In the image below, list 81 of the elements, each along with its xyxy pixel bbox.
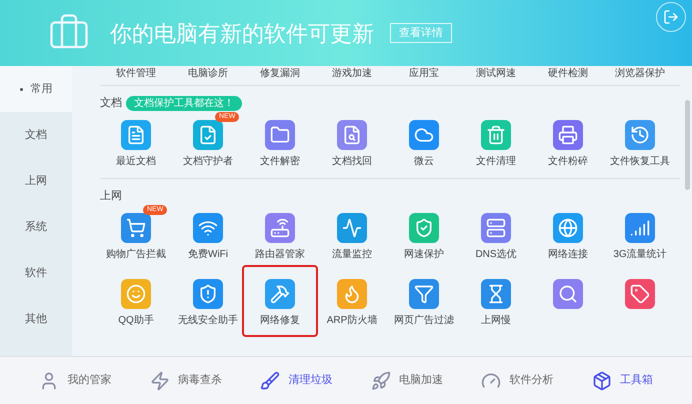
tool-label[interactable]: ARP防火墙 (326, 315, 378, 327)
nav-label: 电脑加速 (398, 372, 443, 388)
nav-tab[interactable]: 工具箱 (592, 370, 653, 390)
tool-label[interactable]: 测试网速 (460, 66, 532, 81)
sidebar-label: 软件 (25, 266, 47, 281)
tool-label[interactable]: 购物广告拦截 (106, 249, 166, 261)
nav-label: 软件分析 (509, 373, 554, 388)
server-icon[interactable] (481, 213, 511, 243)
sidebar-label: 其他 (25, 312, 47, 327)
sidebar-label: 系统 (25, 220, 47, 235)
tool-label[interactable]: 网络修复 (260, 315, 300, 327)
tool-label[interactable]: 最近文档 (116, 156, 156, 168)
tip-bubble: 文档保护工具都在这！ (126, 96, 242, 110)
nav-tab[interactable]: 电脑加速 (370, 370, 443, 390)
funnel-icon[interactable] (409, 279, 439, 309)
section-title: 文档 (100, 96, 122, 111)
hammer-icon[interactable] (265, 279, 295, 309)
sidebar-item[interactable]: 软件 (0, 250, 72, 296)
tool-label[interactable]: 网络连接 (548, 249, 588, 261)
tool-label[interactable]: 网速保护 (404, 249, 444, 261)
trash-icon[interactable] (481, 120, 511, 150)
tool-label[interactable]: QQ助手 (118, 315, 154, 327)
signal-icon[interactable] (625, 213, 655, 243)
wifi-icon[interactable] (193, 213, 223, 243)
sidebar-item[interactable]: 文档 (0, 112, 72, 158)
nav-tab[interactable]: 软件分析 (481, 370, 554, 390)
tool-label[interactable]: 文件恢复工具 (610, 156, 670, 168)
tool-label[interactable]: 文档找回 (332, 156, 372, 168)
tag-icon[interactable] (625, 279, 655, 309)
tool-label[interactable]: 硬件检测 (532, 66, 604, 81)
tool-label[interactable]: 文件粉碎 (548, 156, 588, 168)
tool-label[interactable]: 上网慢 (481, 315, 511, 327)
tool-label[interactable]: 应用宝 (388, 66, 460, 81)
sidebar-item[interactable]: 系统 (0, 204, 72, 250)
banner-title: 你的电脑有新的软件可更新 (110, 20, 374, 48)
tool-label[interactable]: 文件清理 (476, 156, 516, 168)
tool-label[interactable]: 游戏加速 (316, 66, 388, 81)
file-icon[interactable] (121, 120, 151, 150)
nav-tab[interactable]: 病毒查杀 (150, 370, 222, 390)
sidebar-label: 文档 (25, 128, 47, 143)
nav-label: 病毒查杀 (178, 373, 222, 388)
tool-label[interactable]: 无线安全助手 (178, 315, 238, 327)
tool-label[interactable]: 网页广告过滤 (394, 315, 454, 327)
exit-button[interactable] (656, 2, 686, 32)
sidebar-item[interactable]: 其他 (0, 296, 72, 342)
scrollbar[interactable] (685, 100, 690, 190)
nav-label: 工具箱 (620, 373, 653, 388)
nav-label: 我的管家 (67, 372, 112, 388)
tool-label[interactable]: DNS选优 (475, 249, 517, 261)
sidebar-label: 上网 (25, 174, 47, 189)
exit-icon (663, 9, 679, 25)
nav-tab[interactable]: 清理垃圾 (260, 370, 332, 390)
shield-icon[interactable] (409, 213, 439, 243)
tool-label[interactable]: 路由器管家 (255, 249, 305, 261)
cart-icon[interactable] (121, 213, 151, 243)
tool-label[interactable]: 免费WiFi (188, 249, 228, 261)
history-icon[interactable] (625, 120, 655, 150)
tool-label[interactable]: 电脑诊所 (172, 66, 244, 81)
rocket-icon (370, 370, 391, 390)
globe-icon[interactable] (553, 213, 583, 243)
sidebar-item[interactable]: 常用 (0, 66, 72, 112)
hourglass-icon[interactable] (481, 279, 511, 309)
tool-label[interactable]: 修复漏洞 (244, 66, 316, 81)
folder-icon[interactable] (265, 120, 295, 150)
tool-label[interactable]: 浏览器保护 (604, 66, 676, 81)
router-icon[interactable] (265, 213, 295, 243)
file-search-icon[interactable] (337, 120, 367, 150)
tool-label[interactable]: 流量监控 (332, 249, 372, 261)
sidebar-label: 常用 (30, 82, 52, 97)
sidebar-item[interactable]: 上网 (0, 158, 72, 204)
tool-label[interactable]: 3G流量统计 (613, 249, 667, 261)
cloud-icon[interactable] (409, 120, 439, 150)
tool-label[interactable]: 文件解密 (260, 156, 300, 168)
document-icon[interactable] (193, 120, 223, 150)
section-title: 上网 (100, 188, 122, 204)
tool-label[interactable]: 微云 (414, 156, 434, 168)
tool-label[interactable]: 文档守护者 (183, 156, 233, 168)
tool-label[interactable]: 软件管理 (100, 66, 172, 81)
nav-tab[interactable]: 我的管家 (39, 370, 112, 390)
nav-label: 清理垃圾 (288, 373, 332, 388)
lightning-icon (150, 370, 170, 390)
